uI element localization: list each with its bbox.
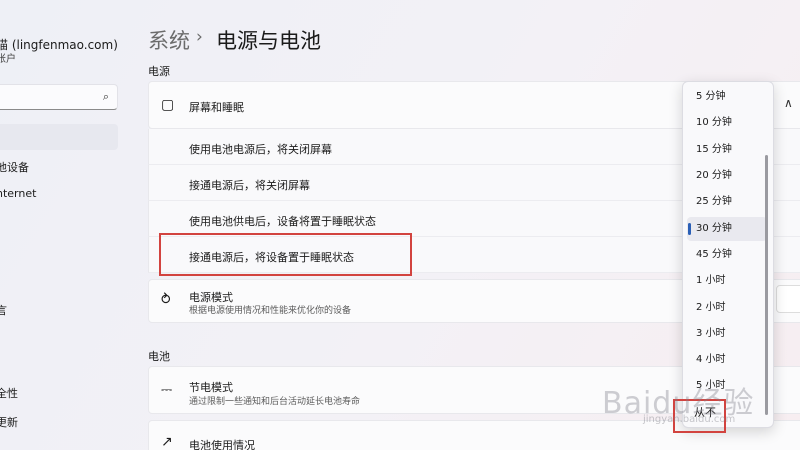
battery-usage-icon: ↗: [161, 434, 173, 450]
breadcrumb-root[interactable]: 系统: [148, 25, 190, 55]
highlight-box: [159, 233, 412, 276]
sidebar-item-update[interactable]: 更新: [0, 414, 18, 430]
battery-saver-subtitle: 通过限制一些通知和后台活动延长电池寿命: [189, 397, 361, 407]
search-input[interactable]: ⌕: [0, 84, 118, 110]
battery-section-label: 电池: [148, 350, 170, 363]
battery-saver-title: 节电模式: [189, 381, 233, 394]
dropdown-option[interactable]: 20 分钟: [687, 164, 767, 188]
battery-usage-title: 电池使用情况: [189, 439, 255, 450]
sidebar-item-system[interactable]: [0, 124, 118, 150]
dropdown-option[interactable]: 3 小时: [687, 322, 767, 346]
battery-saver-icon: ⎓: [161, 382, 173, 398]
dropdown-option[interactable]: 10 分钟: [687, 111, 767, 135]
page-title: 电源与电池: [216, 29, 321, 53]
sidebar-item-language[interactable]: 言: [0, 302, 7, 318]
sidebar-item-security[interactable]: 全性: [0, 385, 18, 401]
row-label: 使用电池供电后，设备将置于睡眠状态: [189, 215, 376, 228]
dropdown-option[interactable]: 2 小时: [687, 296, 767, 320]
dropdown-option[interactable]: 45 分钟: [687, 243, 767, 267]
row-label: 使用电池电源后，将关闭屏幕: [189, 143, 332, 156]
sidebar: 猫 (lingfenmao.com) 账户 ⌕ 他设备 nternet 言 全性…: [0, 0, 130, 450]
account-name: 猫 (lingfenmao.com): [0, 38, 118, 52]
dropdown-option[interactable]: 4 小时: [687, 348, 767, 372]
sidebar-item-network[interactable]: nternet: [0, 187, 36, 200]
power-section-label: 电源: [148, 65, 170, 78]
dropdown-option-selected[interactable]: 30 分钟: [687, 217, 767, 241]
dropdown-option[interactable]: 15 分钟: [687, 138, 767, 162]
account-type: 账户: [0, 54, 16, 65]
screen-sleep-title: 屏幕和睡眠: [189, 101, 244, 114]
chevron-up-icon[interactable]: ∧: [784, 96, 793, 110]
row-label: 接通电源后，将关闭屏幕: [189, 179, 310, 192]
dropdown-option[interactable]: 1 小时: [687, 269, 767, 293]
power-mode-select[interactable]: [776, 285, 800, 313]
sidebar-item-devices[interactable]: 他设备: [0, 159, 29, 175]
power-mode-icon: ⥁: [161, 292, 171, 308]
search-icon[interactable]: ⌕: [103, 90, 109, 104]
screen-sleep-icon: ▢: [161, 97, 175, 113]
dropdown-scrollbar[interactable]: [765, 155, 768, 415]
power-mode-subtitle: 根据电源使用情况和性能来优化你的设备: [189, 306, 352, 316]
dropdown-option[interactable]: 25 分钟: [687, 190, 767, 214]
sleep-timeout-dropdown[interactable]: 5 分钟 10 分钟 15 分钟 20 分钟 25 分钟 30 分钟 45 分钟…: [682, 81, 774, 428]
dropdown-option[interactable]: 5 分钟: [687, 85, 767, 109]
watermark-url: jingyan.baidu.com: [643, 414, 736, 425]
breadcrumb-separator: ›: [196, 27, 203, 47]
